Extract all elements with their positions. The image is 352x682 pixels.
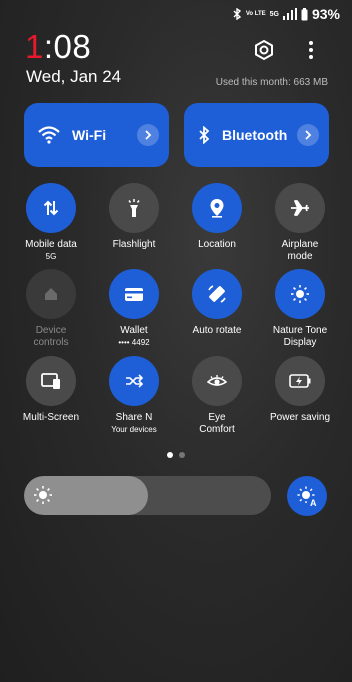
flashlight-button[interactable] (109, 183, 159, 233)
toggle-sublabel: controls (33, 337, 69, 348)
svg-text:A: A (310, 498, 317, 507)
toggle-label: Auto rotate (192, 325, 242, 336)
volte-icon: Vo LTE (245, 11, 266, 17)
data-usage-label: Used this month: 663 MB (215, 77, 328, 88)
signal-icon (282, 8, 297, 20)
date-label[interactable]: Wed, Jan 24 (26, 67, 121, 87)
location-pin-icon (210, 199, 224, 218)
airplane-mode-button[interactable] (275, 183, 325, 233)
toggle-sublabel: •••• 4492 (118, 338, 150, 347)
wallet-button[interactable] (109, 269, 159, 319)
nature-tone-button[interactable] (275, 269, 325, 319)
page-indicator (167, 452, 185, 458)
share-button[interactable] (109, 356, 159, 406)
toggle-sublabel: Comfort (199, 424, 235, 435)
more-vert-icon (309, 41, 313, 59)
airplane-icon (291, 200, 309, 216)
toggle-label: Flashlight (112, 239, 156, 250)
toggle-auto-rotate[interactable]: Auto rotate (175, 269, 259, 337)
clock-rest: :08 (43, 28, 92, 65)
toggle-multi-screen[interactable]: Multi-Screen (9, 356, 93, 424)
toggle-sublabel: mode (287, 251, 313, 262)
mobile-data-button[interactable] (26, 183, 76, 233)
status-bar: Vo LTE 5G 93% (232, 6, 340, 22)
multi-screen-button[interactable] (26, 356, 76, 406)
toggle-power-saving[interactable]: Power saving (258, 356, 342, 424)
mobile-data-icon (43, 200, 59, 216)
toggle-label: Power saving (269, 412, 331, 423)
wifi-label: Wi-Fi (72, 127, 107, 143)
more-options-button[interactable] (297, 36, 325, 64)
battery-saver-icon (289, 374, 311, 388)
rotate-icon (208, 285, 226, 303)
power-saving-button[interactable] (275, 356, 325, 406)
gear-icon (255, 39, 273, 61)
card-icon (125, 287, 143, 301)
sun-display-icon (291, 285, 309, 303)
toggle-label: Airplane (281, 239, 319, 250)
toggle-label: Wallet (120, 325, 148, 336)
chevron-right-icon (145, 130, 152, 140)
toggle-label: Location (198, 239, 236, 250)
bluetooth-icon (199, 126, 210, 144)
auto-rotate-button[interactable] (192, 269, 242, 319)
multi-screen-icon (41, 373, 60, 389)
toggle-label: Multi-Screen (22, 412, 80, 423)
eye-comfort-button[interactable] (192, 356, 242, 406)
wifi-icon (38, 126, 60, 144)
toggle-label: Nature Tone (272, 325, 328, 336)
share-icon (126, 374, 144, 388)
bluetooth-status-icon (233, 8, 241, 20)
device-controls-button[interactable] (26, 269, 76, 319)
toggle-flashlight[interactable]: Flashlight (92, 183, 176, 251)
wifi-tile[interactable]: Wi-Fi (24, 103, 169, 167)
network-type-label: 5G (269, 10, 279, 18)
brightness-sun-icon (33, 485, 53, 510)
bluetooth-label: Bluetooth (222, 127, 288, 143)
toggle-label: Mobile data (25, 239, 77, 250)
bluetooth-tile[interactable]: Bluetooth (184, 103, 329, 167)
page-dot (179, 452, 185, 458)
page-dot-active (167, 452, 173, 458)
toggle-sublabel: 5G (45, 252, 57, 261)
toggle-location[interactable]: Location (175, 183, 259, 251)
toggle-label: Eye (208, 412, 226, 423)
toggle-sublabel: Your devices (111, 425, 157, 434)
toggle-airplane-mode[interactable]: Airplane mode (258, 183, 342, 263)
wifi-expand-button[interactable] (137, 124, 159, 146)
toggle-wallet[interactable]: Wallet •••• 4492 (92, 269, 176, 348)
toggle-label: Device (35, 325, 67, 336)
battery-percent: 93% (311, 6, 340, 22)
settings-button[interactable] (250, 36, 278, 64)
flashlight-icon (128, 199, 140, 217)
battery-icon (301, 7, 308, 20)
brightness-slider[interactable] (24, 476, 271, 515)
location-button[interactable] (192, 183, 242, 233)
toggle-share[interactable]: Share N Your devices (92, 356, 176, 435)
clock[interactable]: 1:08 (25, 28, 91, 66)
eye-icon (207, 375, 227, 386)
toggle-nature-tone-display[interactable]: Nature Tone Display (258, 269, 342, 349)
bluetooth-expand-button[interactable] (297, 124, 319, 146)
toggle-label: Share N (115, 412, 153, 423)
chevron-right-icon (305, 130, 312, 140)
toggle-mobile-data[interactable]: Mobile data 5G (9, 183, 93, 262)
toggle-sublabel: Display (283, 337, 317, 348)
toggle-eye-comfort[interactable]: Eye Comfort (175, 356, 259, 436)
auto-brightness-button[interactable]: A (287, 476, 327, 516)
home-icon (45, 288, 57, 300)
auto-brightness-icon: A (297, 486, 317, 507)
clock-hour-digit: 1 (25, 28, 44, 65)
toggle-device-controls[interactable]: Device controls (9, 269, 93, 349)
